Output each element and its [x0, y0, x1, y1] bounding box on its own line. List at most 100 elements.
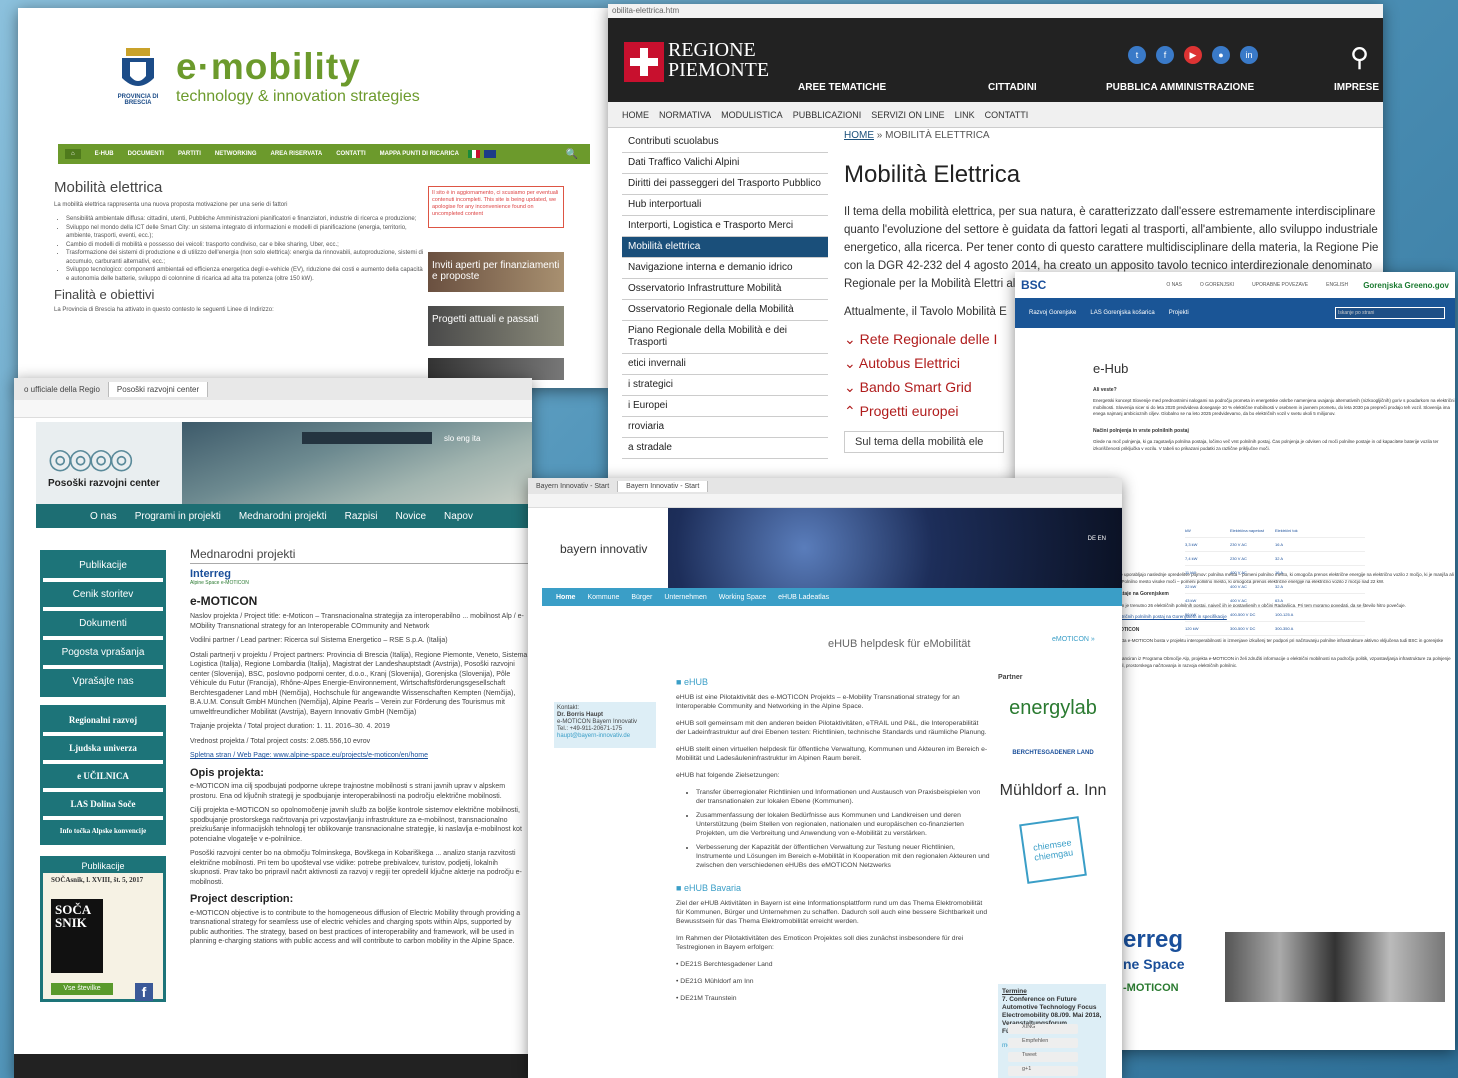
left-nav-item[interactable]: LAS Dolina Soče [43, 792, 163, 820]
all-issues-button[interactable]: Vse številke [51, 983, 113, 995]
sidebar-item[interactable]: rroviaria [622, 417, 828, 438]
subnav-item[interactable]: HOME [622, 110, 649, 120]
sidebar-item[interactable]: Osservatorio Infrastrutture Mobilità [622, 279, 828, 300]
linkedin-icon[interactable]: in [1240, 46, 1258, 64]
nav-item[interactable]: Kommune [587, 594, 619, 601]
nav-item[interactable]: AREA RISERVATA [271, 151, 323, 157]
nav-item[interactable]: E-HUB [95, 151, 114, 157]
facebook-icon[interactable]: f [135, 983, 153, 1001]
top-link[interactable]: ENGLISH [1326, 282, 1348, 288]
search-input[interactable] [302, 432, 432, 444]
left-nav-item[interactable]: e UČILNICA [43, 764, 163, 792]
address-bar[interactable]: obilita-elettrica.htm [608, 4, 1383, 18]
subnav-item[interactable]: NORMATIVA [659, 110, 711, 120]
sidebar-item[interactable]: Contributi scuolabus [622, 132, 828, 153]
sidebar-item[interactable]: i strategici [622, 375, 828, 396]
subnav-item[interactable]: CONTATTI [985, 110, 1029, 120]
sidebar-item[interactable]: a stradale [622, 438, 828, 459]
address-bar[interactable] [528, 494, 1122, 508]
search-input[interactable]: Iskanje po strani [1335, 307, 1445, 319]
nav-item[interactable]: Projekti [1169, 310, 1189, 316]
bayern-logo[interactable]: bayern innovativ [560, 542, 647, 556]
nav-item[interactable]: Razvoj Gorenjske [1029, 310, 1076, 316]
left-nav-item[interactable]: Vprašajte nas [43, 669, 163, 694]
xing-share-button[interactable]: XING [1008, 1024, 1078, 1034]
subnav-item[interactable]: LINK [955, 110, 975, 120]
nav-item[interactable]: LAS Gorenjska košarica [1090, 310, 1154, 316]
subnav-item[interactable]: SERVIZI ON LINE [871, 110, 944, 120]
left-nav-item[interactable]: Info točka Alpske konvencije [43, 820, 163, 842]
breadcrumb-home[interactable]: HOME [844, 130, 874, 141]
flickr-icon[interactable]: ● [1212, 46, 1230, 64]
promo-open-calls[interactable]: Inviti aperti per finanziamenti e propos… [428, 252, 564, 292]
left-nav-item[interactable]: Cenik storitev [43, 582, 163, 611]
menu-item[interactable]: Razpisi [345, 511, 378, 522]
twitter-share-button[interactable]: Tweet [1008, 1052, 1078, 1062]
project-web-link[interactable]: Spletna stran / Web Page: www.alpine-spa… [190, 752, 428, 759]
browser-tab-active[interactable]: Posoški razvojni center [108, 381, 209, 397]
sidebar-item[interactable]: i Europei [622, 396, 828, 417]
sidebar-item[interactable]: Diritti dei passeggeri del Trasporto Pub… [622, 174, 828, 195]
facebook-share-button[interactable]: Empfehlen [1008, 1038, 1078, 1048]
left-nav-item[interactable]: Publikacije [43, 553, 163, 582]
top-nav-item[interactable]: IMPRESE [1334, 82, 1379, 93]
sidebar-item[interactable]: etici invernali [622, 354, 828, 375]
sidebar-item[interactable]: Osservatorio Regionale della Mobilità [622, 300, 828, 321]
promo-image[interactable] [428, 358, 564, 380]
language-links[interactable]: slo eng ita [444, 434, 480, 443]
nav-item[interactable]: Working Space [719, 594, 766, 601]
top-link[interactable]: O NAS [1166, 282, 1182, 288]
language-switch[interactable]: DE EN [1088, 536, 1106, 542]
partner-logo[interactable]: Gorenjska Greeno.gov [1363, 281, 1449, 290]
nav-item[interactable]: PARTITI [178, 151, 201, 157]
partner-logo[interactable]: energylab [998, 697, 1108, 720]
partner-logo[interactable]: chiemsee chiemgau [1019, 816, 1087, 884]
sidebar-item[interactable]: Hub interportuali [622, 195, 828, 216]
menu-item[interactable]: O nas [90, 511, 117, 522]
partner-logo[interactable]: BERCHTESGADENER LAND [998, 750, 1108, 756]
left-nav-item[interactable]: Pogosta vprašanja [43, 640, 163, 669]
browser-tab[interactable]: o ufficiale della Regio [16, 381, 109, 397]
sidebar-item[interactable]: Piano Regionale della Mobilità e dei Tra… [622, 321, 828, 354]
contact-email-link[interactable]: haupt@bayern-innovativ.de [557, 733, 630, 739]
top-link[interactable]: UPORABNE POVEZAVE [1252, 282, 1308, 288]
nav-item[interactable]: eHUB Ladeatlas [778, 594, 829, 601]
google-share-button[interactable]: g+1 [1008, 1066, 1078, 1076]
italian-flag-icon[interactable] [467, 150, 480, 158]
promo-projects[interactable]: Progetti attuali e passati [428, 306, 564, 346]
sidebar-item[interactable]: Dati Traffico Valichi Alpini [622, 153, 828, 174]
nav-item[interactable]: MAPPA PUNTI DI RICARICA [380, 151, 459, 157]
sidebar-item[interactable]: Navigazione interna e demanio idrico [622, 258, 828, 279]
browser-tab-active[interactable]: Bayern Innovativ - Start [618, 480, 709, 492]
browser-tab[interactable]: Bayern Innovativ - Start [528, 480, 619, 492]
nav-item[interactable]: Bürger [631, 594, 652, 601]
region-logo[interactable]: REGIONE PIEMONTE [624, 40, 769, 96]
publication-cover[interactable]: SOČA SNIK [51, 899, 103, 973]
address-bar[interactable] [14, 400, 532, 418]
nav-item[interactable]: CONTATTI [336, 151, 365, 157]
top-link[interactable]: O GORENJSKI [1200, 282, 1234, 288]
uk-flag-icon[interactable] [483, 150, 496, 158]
facebook-icon[interactable]: f [1156, 46, 1174, 64]
partner-logo[interactable]: Mühldorf a. Inn [998, 782, 1108, 800]
home-icon[interactable]: ⌂ [65, 149, 81, 159]
search-icon[interactable]: 🔍 [566, 149, 578, 160]
org-name[interactable]: Posoški razvojni center [48, 478, 160, 489]
menu-item[interactable]: Programi in projekti [135, 511, 221, 522]
menu-item[interactable]: Mednarodni projekti [239, 511, 327, 522]
emoticon-link[interactable]: eMOTICON » [1052, 636, 1095, 643]
subnav-item[interactable]: MODULISTICA [721, 110, 783, 120]
nav-item[interactable]: Home [556, 594, 575, 601]
menu-item[interactable]: Novice [395, 511, 426, 522]
top-nav-item[interactable]: PUBBLICA AMMINISTRAZIONE [1106, 82, 1254, 93]
sidebar-item[interactable]: Interporti, Logistica e Trasporto Merci [622, 216, 828, 237]
sidebar-item-active[interactable]: Mobilità elettrica [622, 237, 828, 258]
nav-item[interactable]: DOCUMENTI [128, 151, 164, 157]
left-nav-item[interactable]: Regionalni razvoj [43, 708, 163, 736]
left-nav-item[interactable]: Ljudska univerza [43, 736, 163, 764]
top-nav-item[interactable]: AREE TEMATICHE [798, 82, 886, 93]
site-logo-title[interactable]: e·mobility [176, 46, 361, 88]
nav-item[interactable]: Unternehmen [664, 594, 706, 601]
bsc-logo[interactable]: BSC [1021, 278, 1046, 292]
twitter-icon[interactable]: t [1128, 46, 1146, 64]
